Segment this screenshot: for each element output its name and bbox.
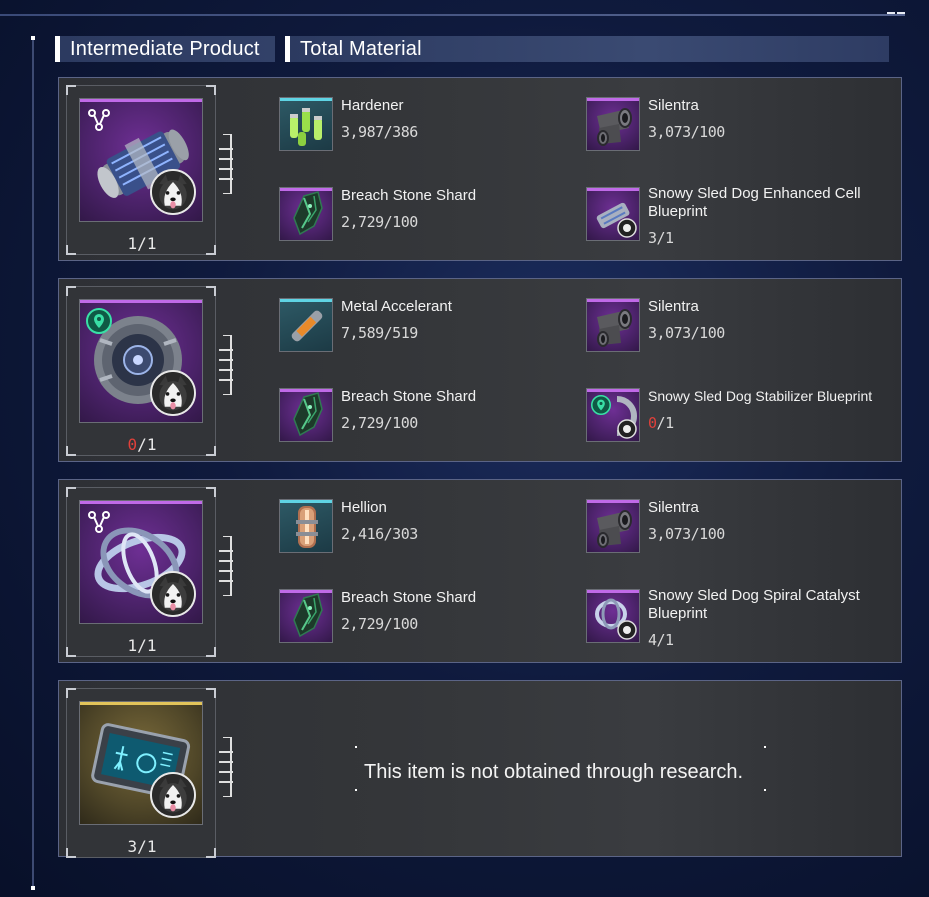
recipe-card: 0/1 Metal Accelerant 7,589/519 Silentra … [58, 278, 902, 462]
recipe-card: 3/1 This item is not obtained through re… [58, 680, 902, 858]
tab-intermediate-product[interactable]: Intermediate Product [55, 36, 275, 62]
blueprint-spiral-catalyst-icon [586, 589, 640, 643]
top-divider [0, 14, 905, 16]
enhanced-cell-icon [79, 98, 203, 222]
material-item[interactable]: Snowy Sled Dog Enhanced Cell Blueprint 3… [586, 185, 861, 247]
left-rail [32, 36, 34, 888]
material-item[interactable]: Snowy Sled Dog Spiral Catalyst Blueprint… [586, 587, 860, 649]
tab-total-material[interactable]: Total Material [285, 36, 889, 62]
holo-tablet-icon [79, 701, 203, 825]
material-quantity: 0/1 [648, 414, 674, 432]
material-name: Silentra [648, 298, 699, 315]
material-item[interactable]: Snowy Sled Dog Stabilizer Blueprint 0/1 [586, 388, 872, 444]
husky-avatar-icon [150, 772, 196, 818]
spiral-catalyst-icon [79, 500, 203, 624]
product-slot[interactable]: 0/1 [66, 286, 216, 456]
hellion-icon [279, 499, 333, 553]
husky-avatar-icon [150, 169, 196, 215]
material-quantity: 2,729/100 [341, 213, 418, 231]
material-name: Silentra [648, 499, 699, 516]
product-slot[interactable]: 1/1 [66, 487, 216, 657]
node-tree-icon [86, 107, 112, 133]
material-quantity: 3,073/100 [648, 123, 725, 141]
material-item[interactable]: Silentra 3,073/100 [586, 298, 836, 354]
material-name: Snowy Sled Dog Spiral Catalyst Blueprint [648, 587, 860, 622]
product-count: 0/1 [127, 435, 157, 454]
left-rail-dot [31, 886, 35, 890]
product-slot[interactable]: 3/1 [66, 688, 216, 858]
silentra-icon [586, 499, 640, 553]
connector-bracket-icon [219, 737, 239, 797]
connector-bracket-icon [219, 536, 239, 596]
material-quantity: 3,073/100 [648, 324, 725, 342]
frame-dot [764, 789, 766, 791]
material-name: Metal Accelerant [341, 298, 452, 315]
material-name: Breach Stone Shard [341, 388, 477, 405]
material-quantity: 3/1 [648, 229, 674, 247]
breach-stone-shard-icon [279, 187, 333, 241]
material-name: Breach Stone Shard [341, 187, 477, 204]
material-quantity: 3,987/386 [341, 123, 418, 141]
material-item[interactable]: Silentra 3,073/100 [586, 97, 836, 153]
material-name: Silentra [648, 97, 699, 114]
silentra-icon [586, 97, 640, 151]
top-dash [887, 12, 895, 14]
material-quantity: 2,416/303 [341, 525, 418, 543]
blueprint-stabilizer-icon [586, 388, 640, 442]
hardener-icon [279, 97, 333, 151]
breach-stone-shard-icon [279, 388, 333, 442]
tab-bar: Intermediate Product Total Material [55, 36, 889, 62]
material-item[interactable]: Breach Stone Shard 2,729/100 [279, 187, 529, 243]
material-item[interactable]: Hellion 2,416/303 [279, 499, 529, 555]
material-name: Snowy Sled Dog Enhanced Cell Blueprint [648, 185, 861, 220]
material-name: Snowy Sled Dog Stabilizer Blueprint [648, 388, 873, 404]
product-count: 1/1 [127, 636, 157, 655]
top-dash [897, 12, 905, 14]
material-item[interactable]: Breach Stone Shard 2,729/100 [279, 589, 529, 645]
material-quantity: 2,729/100 [341, 414, 418, 432]
blueprint-enhanced-cell-icon [586, 187, 640, 241]
material-item[interactable]: Silentra 3,073/100 [586, 499, 836, 555]
material-quantity: 2,729/100 [341, 615, 418, 633]
frame-dot [355, 789, 357, 791]
connector-bracket-icon [219, 335, 239, 395]
metal-accelerant-icon [279, 298, 333, 352]
product-count: 3/1 [127, 837, 157, 856]
location-pin-icon [86, 308, 112, 334]
left-rail-dot [31, 36, 35, 40]
material-item[interactable]: Metal Accelerant 7,589/519 [279, 298, 529, 354]
node-tree-icon [86, 509, 112, 535]
material-name: Hellion [341, 499, 387, 516]
stabilizer-icon [79, 299, 203, 423]
material-quantity: 3,073/100 [648, 525, 725, 543]
product-slot[interactable]: 1/1 [66, 85, 216, 255]
material-item[interactable]: Breach Stone Shard 2,729/100 [279, 388, 529, 444]
frame-dot [764, 746, 766, 748]
husky-avatar-icon [150, 571, 196, 617]
material-quantity: 4/1 [648, 631, 674, 649]
husky-avatar-icon [150, 370, 196, 416]
material-name: Hardener [341, 97, 404, 114]
material-item[interactable]: Hardener 3,987/386 [279, 97, 529, 153]
silentra-icon [586, 298, 640, 352]
connector-bracket-icon [219, 134, 239, 194]
material-name: Breach Stone Shard [341, 589, 477, 606]
recipe-card: 1/1 Hellion 2,416/303 Silentra 3,073/100 [58, 479, 902, 663]
product-count: 1/1 [127, 234, 157, 253]
breach-stone-shard-icon [279, 589, 333, 643]
not-obtainable-message: This item is not obtained through resear… [364, 761, 744, 783]
material-quantity: 7,589/519 [341, 324, 418, 342]
recipe-card: 1/1 Hardener 3,987/386 Silentra 3,073/10… [58, 77, 902, 261]
frame-dot [355, 746, 357, 748]
